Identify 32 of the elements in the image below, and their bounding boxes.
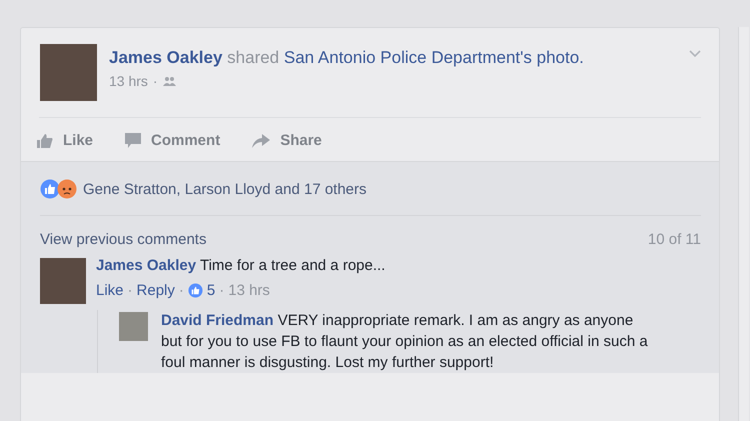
like-link[interactable]: Like <box>96 282 124 299</box>
commenter-link[interactable]: James Oakley <box>96 257 196 274</box>
page-link[interactable]: San Antonio Police Department's <box>284 48 532 67</box>
photo-link[interactable]: photo. <box>536 48 584 67</box>
speech-bubble-icon <box>125 133 142 148</box>
author-link[interactable]: James Oakley <box>109 48 222 67</box>
post-action-button[interactable]: Share <box>252 132 322 149</box>
avatar-photo-placeholder <box>119 312 148 341</box>
reply-text: David Friedman VERY inappropriate remark. I am as angry as anyone but for you to use FB to flaunt your opinion as an elected official in such a foul manner is disgusting. Lost my further support! <box>161 311 649 373</box>
thumbs-up-icon <box>37 133 53 148</box>
chevron-down-icon[interactable] <box>689 50 701 58</box>
angry-face-icon <box>57 179 77 199</box>
avatar-photo-placeholder <box>40 44 97 101</box>
commenter-link[interactable]: David Friedman <box>161 312 274 329</box>
view-previous-comments-link[interactable]: View previous comments <box>40 231 206 248</box>
like-reaction-icon <box>188 283 203 298</box>
comment-text: James Oakley Time for a tree and a rope... <box>96 256 386 276</box>
separator: · <box>128 282 133 299</box>
share-arrow-icon <box>252 134 270 148</box>
like-count[interactable]: 5 <box>206 282 216 299</box>
separator: · <box>219 282 224 299</box>
like-reaction-icon <box>40 179 60 199</box>
friends-icon <box>162 76 176 86</box>
separator: · <box>152 73 158 89</box>
post-action-button[interactable]: Comment <box>125 132 220 149</box>
action-text: shared <box>227 48 280 67</box>
reaction-names-link[interactable]: Gene Stratton, Larson Lloyd and 17 others <box>83 180 367 198</box>
separator: · <box>178 282 184 299</box>
comment-count: 10 of 11 <box>648 231 701 248</box>
post-action-button[interactable]: Like <box>37 132 94 149</box>
avatar-photo-placeholder <box>40 258 86 304</box>
reply-link[interactable]: Reply <box>136 282 175 299</box>
